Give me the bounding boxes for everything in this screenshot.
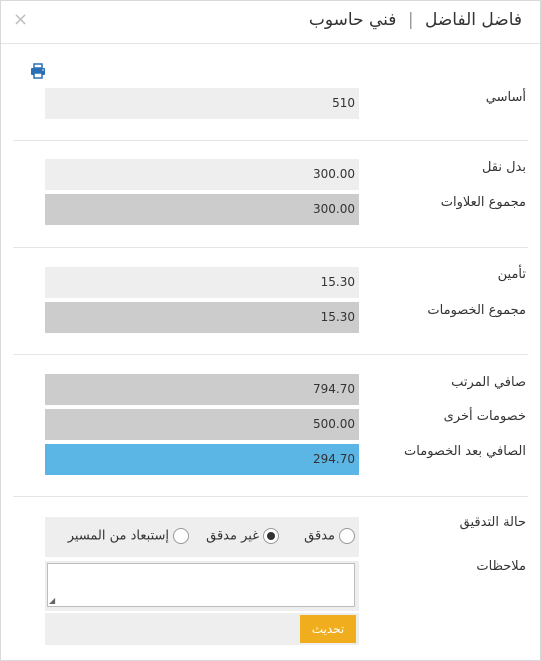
basic-label: أساسي [485, 90, 526, 105]
net-salary-value: 794.70 [45, 374, 359, 405]
deductions-total-label: مجموع الخصومات [427, 303, 526, 318]
net-after-deductions-label: الصافي بعد الخصومات [404, 444, 526, 459]
audit-option-label: مدقق [304, 528, 335, 544]
audit-option-label: إستبعاد من المسير [67, 528, 169, 544]
transport-label: بدل نقل [481, 160, 526, 175]
transport-value: 300.00 [45, 159, 359, 190]
title-separator: | [407, 10, 414, 30]
modal-title: فاضل الفاضل | فني حاسوب [309, 10, 522, 30]
notes-container: ◢ [45, 561, 359, 611]
audit-option-audited[interactable]: مدقق [304, 528, 355, 544]
net-after-deductions-value: 294.70 [45, 444, 359, 475]
update-button[interactable]: تحديث [300, 615, 356, 643]
close-icon[interactable]: × [13, 9, 28, 30]
payslip-modal: × فاضل الفاضل | فني حاسوب أساسي 510 بدل … [0, 0, 541, 661]
printer-icon[interactable] [30, 63, 46, 79]
other-deductions-value: 500.00 [45, 409, 359, 440]
job-title: فني حاسوب [308, 10, 397, 30]
radio-selected-icon [263, 528, 279, 544]
audit-status-radio-group: مدقق غير مدقق إستبعاد من المسير [45, 517, 359, 557]
net-salary-label: صافي المرتب [451, 375, 526, 390]
modal-header: × فاضل الفاضل | فني حاسوب [1, 1, 540, 44]
deductions-total-value: 15.30 [45, 302, 359, 333]
employee-name: فاضل الفاضل [424, 10, 522, 30]
divider [13, 354, 528, 355]
radio-icon [173, 528, 189, 544]
insurance-label: تأمين [497, 267, 526, 282]
actions-bar: تحديث [45, 613, 359, 645]
radio-icon [339, 528, 355, 544]
audit-option-exclude[interactable]: إستبعاد من المسير [68, 528, 189, 544]
audit-status-label: حالة التدقيق [459, 515, 526, 530]
allowances-total-value: 300.00 [45, 194, 359, 225]
divider [13, 140, 528, 141]
allowances-total-label: مجموع العلاوات [440, 195, 526, 210]
basic-value: 510 [45, 88, 359, 119]
resize-grip-icon[interactable]: ◢ [49, 596, 55, 605]
audit-option-label: غير مدقق [206, 528, 259, 544]
divider [13, 496, 528, 497]
other-deductions-label: خصومات أخرى [443, 409, 526, 424]
divider [13, 247, 528, 248]
insurance-value: 15.30 [45, 267, 359, 298]
notes-textarea[interactable] [47, 563, 355, 607]
notes-label: ملاحظات [476, 559, 526, 574]
audit-option-not-audited[interactable]: غير مدقق [206, 528, 279, 544]
